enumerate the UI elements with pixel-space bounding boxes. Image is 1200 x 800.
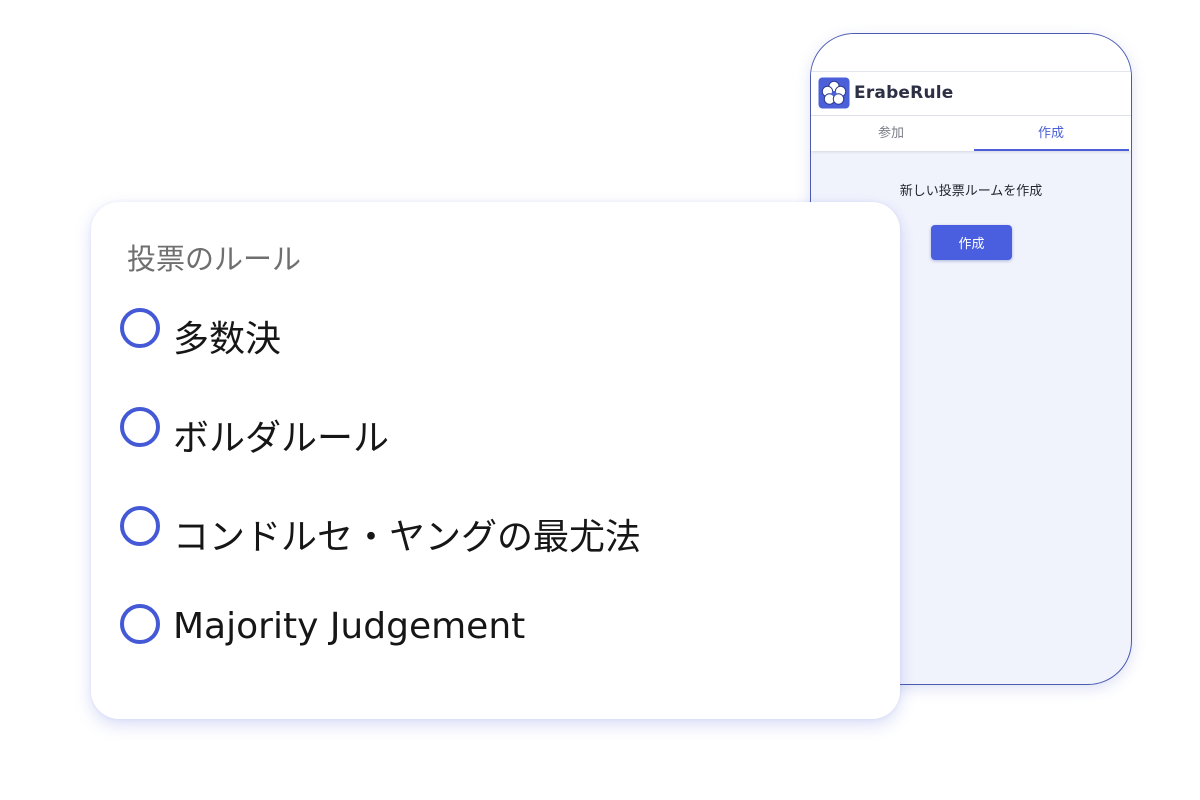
create-button[interactable]: 作成 <box>931 225 1012 260</box>
app-name: ErabeRule <box>854 83 954 103</box>
voting-rules-card: 投票のルール 多数決 ボルダルール コンドルセ・ヤングの最尤法 Majority… <box>91 202 900 719</box>
rule-label: ボルダルール <box>173 418 390 459</box>
radio-button[interactable] <box>120 506 160 546</box>
radio-button[interactable] <box>120 308 160 348</box>
rule-option-borda[interactable]: ボルダルール <box>120 407 880 459</box>
radio-button[interactable] <box>120 407 160 447</box>
rule-label: Majority Judgement <box>173 606 526 647</box>
rule-label: 多数決 <box>173 319 282 360</box>
tab-join[interactable]: 参加 <box>811 116 971 151</box>
tab-bar: 参加 作成 <box>811 116 1131 151</box>
app-bar: ErabeRule <box>811 72 1131 116</box>
rule-option-majority[interactable]: 多数決 <box>120 308 880 360</box>
create-room-heading: 新しい投票ルームを作成 <box>899 184 1043 199</box>
card-title: 投票のルール <box>127 242 302 276</box>
active-tab-indicator <box>974 149 1129 151</box>
rule-option-majority-judgement[interactable]: Majority Judgement <box>120 604 880 652</box>
flower-logo-icon <box>818 77 850 109</box>
tab-create[interactable]: 作成 <box>971 116 1131 151</box>
rule-option-condorcet-young[interactable]: コンドルセ・ヤングの最尤法 <box>120 506 880 558</box>
phone-status-bar <box>811 34 1131 72</box>
radio-button[interactable] <box>120 604 160 644</box>
rule-label: コンドルセ・ヤングの最尤法 <box>173 517 642 558</box>
